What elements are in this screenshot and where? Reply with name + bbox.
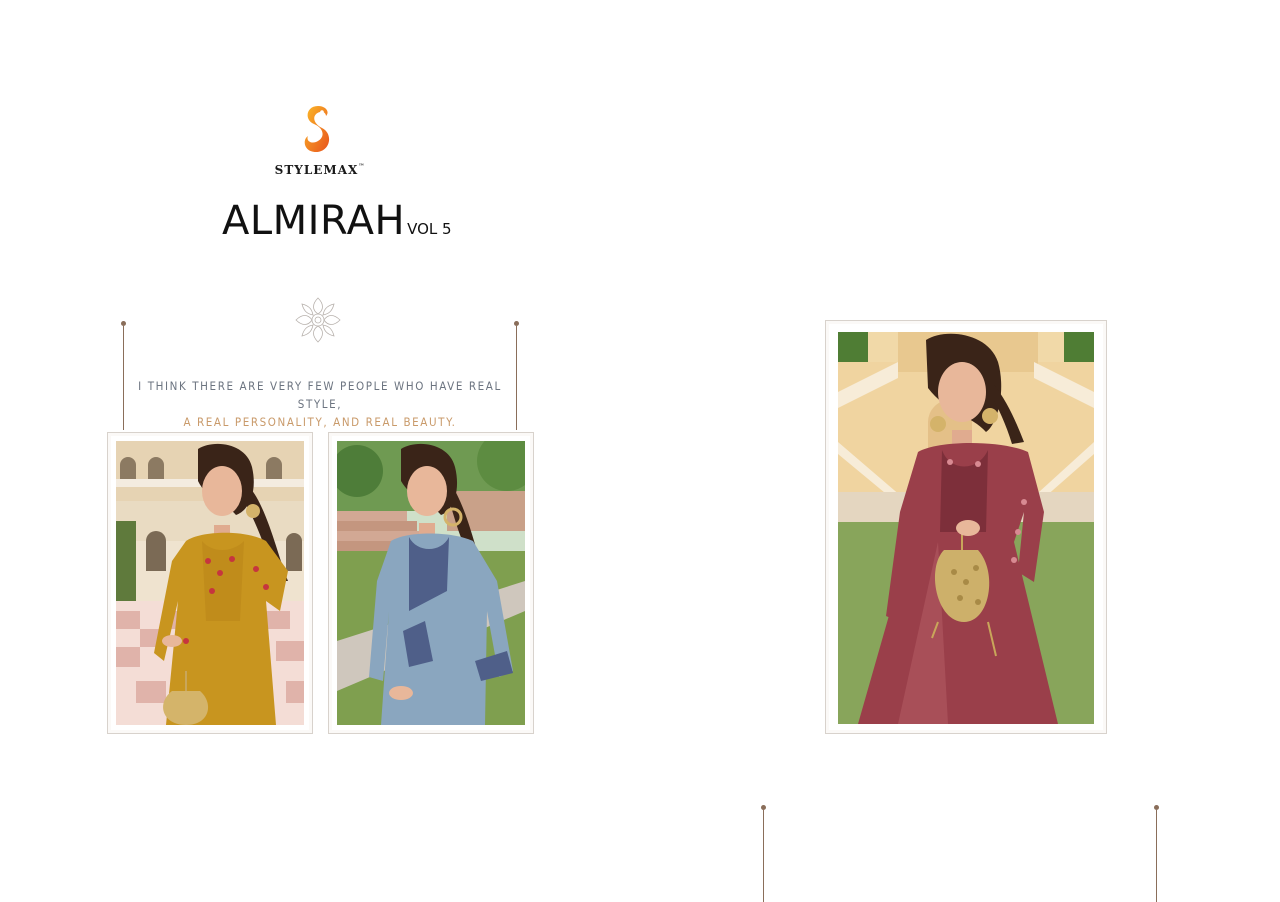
model-maroon-gown-photo: [838, 332, 1094, 724]
trademark-symbol: ™: [358, 163, 366, 170]
catalog-volume: VOL 5: [407, 220, 452, 238]
ornament-line: [1156, 810, 1157, 902]
quote-line-2: a real personality, and real beauty.: [183, 415, 457, 429]
model-blue-gown-photo: [337, 441, 525, 725]
catalog-title-main: ALMIRAH: [222, 198, 406, 244]
photo-frame: [107, 432, 313, 734]
ornament-line: [123, 326, 124, 430]
model-mustard-gown-photo: [116, 441, 304, 725]
photo-frame: [328, 432, 534, 734]
flower-ornament-icon: [292, 294, 344, 346]
ornament-line: [516, 326, 517, 430]
brand-logo-icon: [296, 104, 338, 156]
catalog-title: ALMIRAH VOL 5: [222, 198, 452, 244]
ornament-line: [763, 810, 764, 902]
photo-frame: [825, 320, 1107, 734]
quote-line-1: I think there are very few people who ha…: [138, 379, 502, 411]
quote: I think there are very few people who ha…: [130, 377, 510, 431]
brand-name: STYLEMAX™: [260, 163, 380, 177]
brand-name-text: STYLEMAX: [274, 163, 359, 177]
